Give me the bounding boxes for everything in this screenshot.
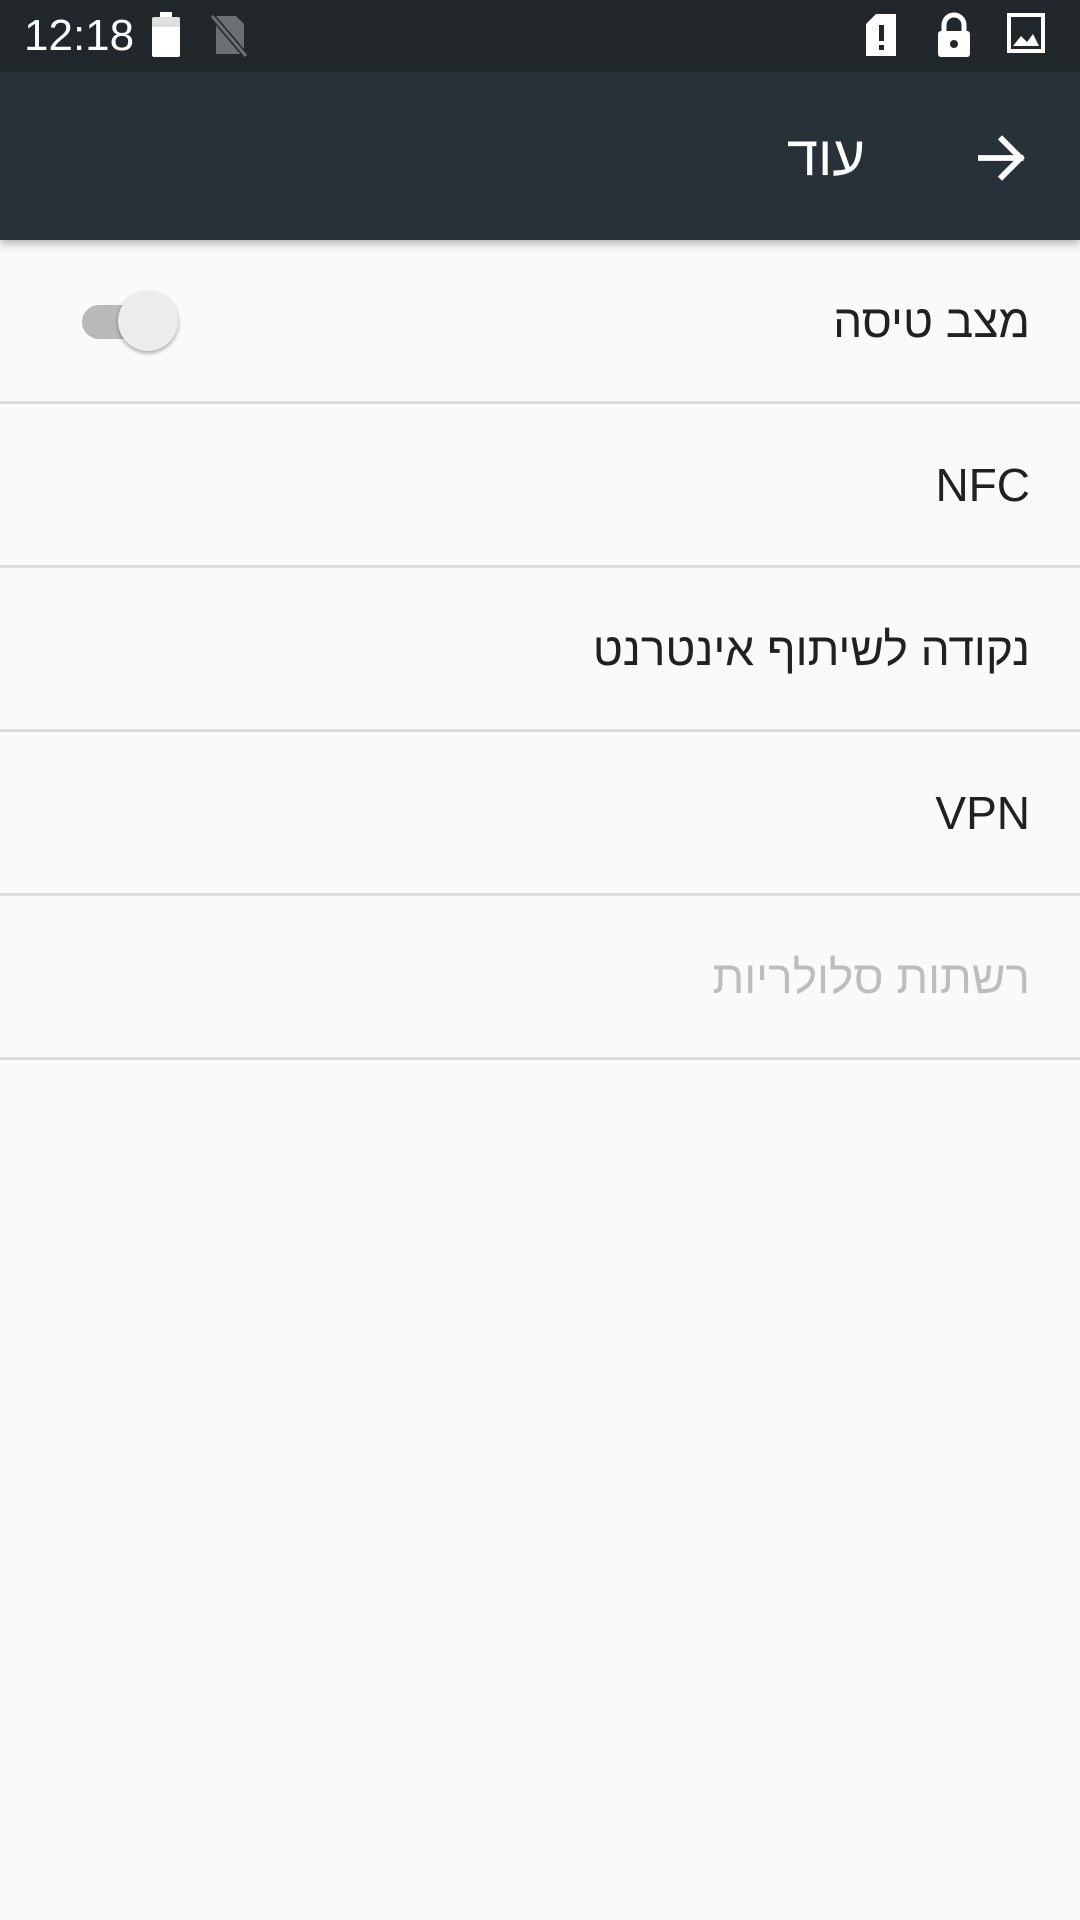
hotspot-tethering-label: נקודה לשיתוף אינטרנט [592, 622, 1030, 675]
mobile-networks-label: רשתות סלולריות [712, 950, 1030, 1003]
arrow-forward-icon [978, 135, 1025, 181]
status-time: 12:18 [24, 11, 135, 60]
airplane-mode-label: מצב טיסה [833, 294, 1030, 347]
sim-alert-icon [862, 12, 900, 63]
vpn-item[interactable]: VPN [0, 732, 1080, 896]
hotspot-tethering-item[interactable]: נקודה לשיתוף אינטרנט [0, 568, 1080, 732]
nfc-label: NFC [935, 458, 1030, 511]
app-toolbar: עוד [0, 72, 1080, 240]
battery-icon [150, 12, 182, 63]
settings-list: מצב טיסה NFC נקודה לשיתוף אינטרנט VPN רש… [0, 240, 1080, 1060]
airplane-mode-item[interactable]: מצב טיסה [0, 240, 1080, 404]
switch-thumb [118, 290, 178, 351]
mobile-networks-item: רשתות סלולריות [0, 896, 1080, 1060]
no-sim-icon [208, 12, 249, 63]
image-icon [1006, 12, 1046, 59]
navigate-back-button[interactable] [966, 122, 1038, 194]
page-title: עוד [786, 124, 865, 187]
vpn-label: VPN [935, 786, 1030, 839]
status-bar: 12:18 [0, 0, 1080, 72]
nfc-item[interactable]: NFC [0, 404, 1080, 568]
lock-icon [934, 12, 974, 63]
airplane-mode-switch[interactable] [80, 290, 180, 351]
